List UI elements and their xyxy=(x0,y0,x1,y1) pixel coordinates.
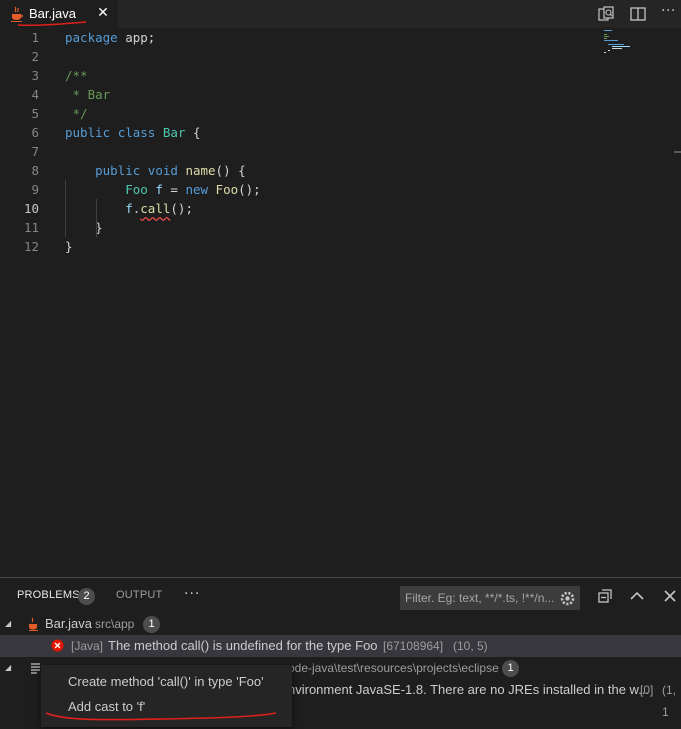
expanded-chevron-icon[interactable]: ◢ xyxy=(5,657,11,679)
indent-guide xyxy=(96,199,97,237)
open-changes-icon[interactable] xyxy=(597,5,615,23)
more-actions-icon[interactable]: ··· xyxy=(661,3,679,21)
line-number: 7 xyxy=(31,144,39,159)
line-number: 5 xyxy=(31,106,39,121)
scrollbar-marker xyxy=(674,151,681,153)
code-line[interactable]: package app; xyxy=(65,28,261,47)
error-icon xyxy=(51,639,64,652)
split-editor-icon[interactable] xyxy=(629,5,647,23)
tab-problems[interactable]: PROBLEMS xyxy=(17,589,80,601)
problem-file-name: Bar.java xyxy=(45,616,92,631)
filter-input[interactable] xyxy=(405,589,555,607)
java-file-icon xyxy=(29,617,38,631)
code-token: * Bar xyxy=(65,87,111,102)
problem-location: (1, 1 xyxy=(662,683,677,719)
line-number: 10 xyxy=(23,201,39,216)
code-token: /** xyxy=(65,68,88,83)
code-token: (); xyxy=(238,182,261,197)
problem-code: [0] xyxy=(640,683,654,697)
code-token: class xyxy=(117,125,156,140)
code-line[interactable]: } xyxy=(65,218,261,237)
error-token: call xyxy=(140,201,171,216)
code-editor[interactable]: 1 2 3 4 5 6 7 8 9 10 11 12 package app;/** * Bar */… xyxy=(0,28,681,577)
problem-group-row[interactable]: ◢ Bar.java src\app 1 xyxy=(0,613,681,635)
problem-message: The method call() is undefined for the t… xyxy=(108,638,378,653)
problem-message: nvironment JavaSE-1.8. There are no JREs… xyxy=(288,682,650,697)
code-token: new xyxy=(185,182,209,197)
code-token: Foo xyxy=(215,182,239,197)
code-line[interactable]: public void name() { xyxy=(65,161,261,180)
filter-settings-icon[interactable] xyxy=(559,590,576,607)
line-number: 1 xyxy=(31,30,39,45)
line-number: 3 xyxy=(31,68,39,83)
code-token: void xyxy=(147,163,178,178)
code-line[interactable]: public class Bar { xyxy=(65,123,261,142)
minimap[interactable] xyxy=(600,28,630,54)
code-token: Foo xyxy=(125,182,148,197)
code-line[interactable]: f.call(); xyxy=(65,199,261,218)
code-token: public xyxy=(65,125,111,140)
tab-output[interactable]: OUTPUT xyxy=(116,589,162,601)
close-panel-icon[interactable] xyxy=(662,588,678,604)
line-number: 12 xyxy=(23,239,39,254)
code-token: package xyxy=(65,30,118,45)
code-line[interactable]: /** xyxy=(65,66,261,85)
problem-source: [Java] xyxy=(71,639,104,653)
quick-fix-create-method[interactable]: Create method 'call()' in type 'Foo' xyxy=(68,674,264,689)
editor-tab-bar-java[interactable]: Bar.java ✕ xyxy=(0,0,118,28)
code-line[interactable]: Foo f = new Foo(); xyxy=(65,180,261,199)
code-token: app; xyxy=(117,30,156,45)
annotation-underline xyxy=(45,712,277,721)
line-number: 6 xyxy=(31,125,39,140)
code-token: } xyxy=(65,239,73,254)
problems-filter[interactable] xyxy=(400,586,580,610)
line-number: 4 xyxy=(31,87,39,102)
code-line[interactable]: * Bar xyxy=(65,85,261,104)
code-token: f xyxy=(155,182,163,197)
problem-count-badge: 1 xyxy=(502,660,519,677)
problem-code: [67108964] xyxy=(383,639,444,653)
line-number: 8 xyxy=(31,163,39,178)
code-token: = xyxy=(162,182,186,197)
line-number: 9 xyxy=(31,182,39,197)
code-line[interactable] xyxy=(65,47,261,66)
code-token: public xyxy=(95,163,141,178)
code-line[interactable]: */ xyxy=(65,104,261,123)
editor-tab-bar: Bar.java ✕ ··· xyxy=(0,0,681,28)
code-token: */ xyxy=(65,106,88,121)
code-token: (); xyxy=(170,201,193,216)
tab-file-name: Bar.java xyxy=(29,6,76,21)
line-number: 11 xyxy=(23,220,39,235)
problem-row[interactable]: [Java] The method call() is undefined fo… xyxy=(0,635,681,657)
line-number: 2 xyxy=(31,49,39,64)
code-area[interactable]: package app; /** * Bar */ public class Bar… xyxy=(65,28,261,256)
code-token: name xyxy=(185,163,216,178)
panel-more-icon[interactable]: ··· xyxy=(184,586,200,602)
code-line[interactable]: } xyxy=(65,237,261,256)
tab-close-icon[interactable]: ✕ xyxy=(96,4,110,22)
problem-location: (10, 5) xyxy=(453,639,488,653)
line-number-gutter: 1 2 3 4 5 6 7 8 9 10 11 12 xyxy=(0,28,56,256)
code-token: () { xyxy=(215,163,246,178)
expanded-chevron-icon[interactable]: ◢ xyxy=(5,613,11,635)
code-line[interactable] xyxy=(65,142,261,161)
collapse-all-icon[interactable] xyxy=(597,588,613,604)
code-token: Bar xyxy=(162,125,186,140)
code-token: f xyxy=(125,201,133,216)
problem-file-path: ode-java\test\resources\projects\eclipse xyxy=(288,661,499,675)
annotation-underline xyxy=(17,21,87,27)
maximize-panel-icon[interactable] xyxy=(629,588,645,604)
indent-guide xyxy=(65,180,66,237)
problem-count-badge: 1 xyxy=(143,616,160,633)
problem-file-path: src\app xyxy=(95,617,135,631)
problems-count-badge: 2 xyxy=(78,588,95,605)
code-token: { xyxy=(185,125,201,140)
